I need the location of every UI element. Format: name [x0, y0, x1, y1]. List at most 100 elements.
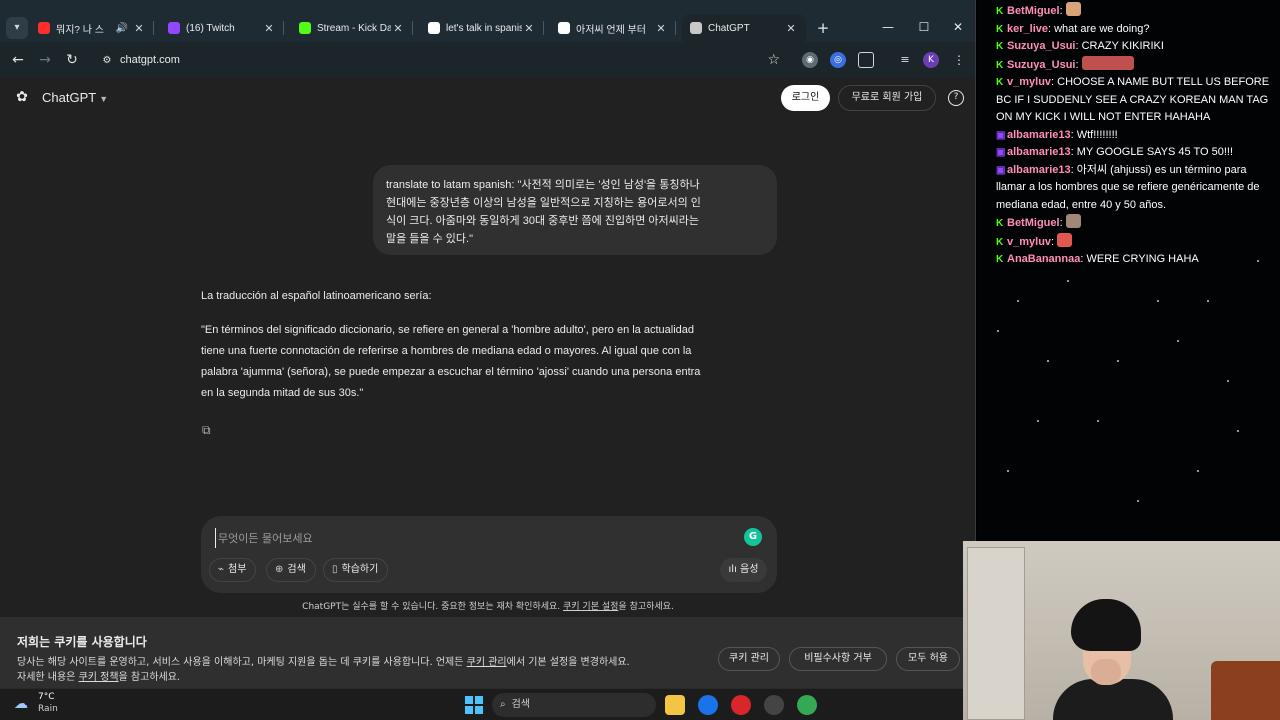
prompt-input[interactable] [215, 528, 715, 548]
browser-tab[interactable]: 뭐지? 나 스 🔊 ✕ [30, 14, 154, 42]
extension-icon[interactable]: ◎ [830, 52, 846, 68]
attach-button[interactable]: ⌁ 첨부 [209, 558, 257, 582]
cookie-preferences-link[interactable]: 쿠키 기본 설정 [563, 602, 618, 612]
chat-message: ▣ albamarie13: 아저씨 (ahjussi) es un términ… [996, 162, 1276, 215]
kick-badge-icon: K [996, 254, 1004, 265]
forward-icon[interactable]: → [35, 50, 55, 70]
tab-close-icon[interactable]: ✕ [654, 22, 668, 35]
chat-text: CRAZY KIKIRIKI [1081, 40, 1164, 52]
close-window-icon[interactable]: ✕ [948, 17, 968, 37]
cookie-text-2b: 을 참고하세요. [118, 672, 181, 683]
tab-title: 뭐지? 나 스 [56, 24, 104, 36]
background-star [997, 330, 999, 332]
copy-icon[interactable]: ⧉ [202, 423, 216, 437]
twitch-badge-icon: ▣ [996, 147, 1006, 158]
manage-cookies-link[interactable]: 쿠키 관리 [467, 657, 507, 668]
webcam-person-body [1053, 679, 1173, 720]
weather-cloud-icon[interactable]: ☁ [14, 696, 32, 712]
background-star [1137, 500, 1139, 502]
browser-menu-icon[interactable]: ⋮ [951, 52, 967, 68]
chatgpt-logo-icon[interactable]: ✿ [14, 89, 30, 105]
tab-favicon-icon [428, 22, 440, 34]
browser-tab[interactable]: (16) Twitch ✕ [160, 14, 284, 42]
address-bar[interactable]: ⚙ chatgpt.com ☆ [92, 48, 790, 74]
tab-title: (16) Twitch [186, 22, 235, 34]
file-explorer-icon[interactable] [665, 695, 685, 715]
screen: ▾ 뭐지? 나 스🔊✕(16) Twitch✕Stream - Kick Das… [0, 0, 1280, 720]
camera-extension-icon[interactable]: ◉ [802, 52, 818, 68]
assistant-reply-line: "En términos del significado diccionario… [201, 324, 695, 336]
search-icon: ⌕ [500, 699, 506, 710]
chat-username[interactable]: AnaBanannaa [1007, 253, 1080, 265]
login-button[interactable]: 로그인 [781, 85, 830, 111]
chat-separator: : [1075, 58, 1082, 71]
browser-tab[interactable]: let's talk in spanish ✕ [420, 14, 544, 42]
reload-icon[interactable]: ↻ [62, 50, 82, 70]
kick-badge-icon: K [996, 41, 1004, 52]
chat-username[interactable]: v_myluv [1007, 236, 1051, 248]
tab-close-icon[interactable]: ✕ [391, 22, 405, 35]
tab-audio-icon[interactable]: 🔊 [116, 23, 128, 34]
search-button[interactable]: ⊕ 검색 [266, 558, 316, 582]
twitch-badge-icon: ▣ [996, 164, 1006, 176]
tab-close-icon[interactable]: ✕ [784, 22, 798, 35]
cookie-policy-link[interactable]: 쿠키 정책 [79, 672, 119, 683]
browser-window: ▾ 뭐지? 나 스🔊✕(16) Twitch✕Stream - Kick Das… [0, 0, 976, 688]
chat-emote-icon [1081, 55, 1134, 70]
study-button[interactable]: ▯ 학습하기 [323, 558, 389, 582]
browser-tab[interactable]: 아저씨 언제 부터 ✕ [550, 14, 676, 42]
model-selector[interactable]: ChatGPT ▼ [42, 90, 108, 105]
tab-favicon-icon [299, 22, 311, 34]
manage-cookies-button[interactable]: 쿠키 관리 [718, 647, 780, 671]
assistant-reply: "En términos del significado diccionario… [201, 320, 769, 404]
user-message-line: 현대에는 중장년층 이상의 남성을 일반적으로 지칭하는 용어로서의 인 [386, 197, 701, 209]
site-settings-icon[interactable]: ⚙ [100, 54, 114, 68]
tab-search-chevron-icon[interactable]: ▾ [6, 17, 28, 39]
tab-close-icon[interactable]: ✕ [522, 22, 536, 35]
voice-label: 음성 [740, 564, 759, 575]
signup-button[interactable]: 무료로 회원 가입 [838, 85, 936, 111]
reject-nonessential-button[interactable]: 비필수사항 거부 [789, 647, 887, 671]
accept-all-button[interactable]: 모두 허용 [896, 647, 960, 671]
browser-tab[interactable]: Stream - Kick Dash✕ [291, 14, 413, 42]
background-star [1097, 420, 1099, 422]
voice-button[interactable]: ılı 음성 [720, 558, 767, 582]
tab-close-icon[interactable]: ✕ [262, 22, 276, 35]
profile-avatar[interactable]: K [923, 52, 939, 68]
tab-close-icon[interactable]: ✕ [132, 22, 146, 35]
chat-username[interactable]: BetMiguel [1007, 217, 1060, 229]
grammarly-icon[interactable]: G [744, 528, 762, 546]
windows-start-icon[interactable] [465, 696, 483, 714]
minimize-icon[interactable]: — [878, 17, 898, 37]
chat-username[interactable]: BetMiguel [1007, 5, 1060, 17]
chat-text: WERE CRYING HAHA [1086, 253, 1199, 265]
back-icon[interactable]: ← [8, 50, 28, 70]
browser-tab[interactable]: ChatGPT ✕ [682, 14, 806, 42]
chat-username[interactable]: ker_live [1007, 23, 1048, 35]
chat-username[interactable]: albamarie13 [1007, 129, 1071, 141]
chat-username[interactable]: Suzuya_Usui [1007, 59, 1075, 71]
bookmark-star-icon[interactable]: ☆ [767, 52, 780, 68]
chat-username[interactable]: Suzuya_Usui [1007, 40, 1075, 52]
chrome-icon[interactable] [698, 695, 718, 715]
taskbar-search[interactable]: ⌕ 검색 [492, 693, 656, 717]
chrome-alt-icon[interactable] [797, 695, 817, 715]
chat-username[interactable]: albamarie13 [1007, 146, 1071, 158]
app-red-icon[interactable] [731, 695, 751, 715]
cookie-banner: 저희는 쿠키를 사용합니다 당사는 해당 사이트를 운영하고, 서비스 사용을 … [0, 617, 975, 688]
chat-username[interactable]: v_myluv [1007, 76, 1051, 88]
chat-message: ▣ albamarie13: MY GOOGLE SAYS 45 TO 50!!! [996, 144, 1276, 162]
help-icon[interactable]: ? [948, 90, 964, 106]
new-tab-icon[interactable]: + [814, 17, 832, 39]
webcam-door [967, 547, 1025, 720]
background-star [1237, 430, 1239, 432]
chat-username[interactable]: albamarie13 [1007, 164, 1071, 176]
assistant-reply-line: tiene una fuerte connotación de referirs… [201, 345, 692, 357]
media-control-icon[interactable]: ≡ [897, 52, 913, 68]
url-text: chatgpt.com [120, 54, 180, 66]
extensions-puzzle-icon[interactable] [858, 52, 874, 68]
assistant-reply-line: palabra 'ajumma' (señora), se puede empe… [201, 366, 701, 378]
app-gray-icon[interactable] [764, 695, 784, 715]
taskbar-search-label: 검색 [511, 699, 531, 710]
maximize-icon[interactable]: ☐ [914, 17, 934, 37]
